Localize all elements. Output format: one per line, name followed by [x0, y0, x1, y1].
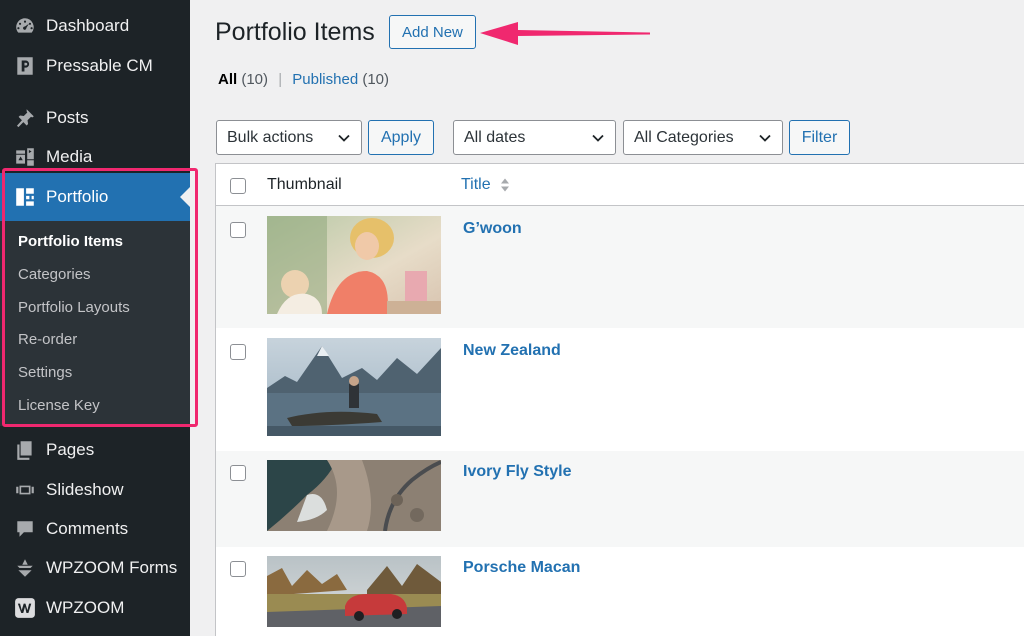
- bulk-actions-value: Bulk actions: [227, 128, 314, 146]
- thumbnail-image[interactable]: [267, 338, 441, 436]
- menu-label: Pages: [46, 440, 95, 459]
- row-checkbox[interactable]: [230, 222, 246, 238]
- menu-label: Pressable CM: [46, 56, 153, 75]
- table-row: New Zealand: [216, 328, 1024, 451]
- thumbnail-image[interactable]: [267, 556, 441, 627]
- portfolio-icon: [14, 186, 36, 208]
- menu-item-wpzoom[interactable]: WPZOOM: [0, 589, 190, 627]
- submenu-portfolio-layouts[interactable]: Portfolio Layouts: [18, 299, 130, 316]
- pages-icon: [14, 439, 36, 461]
- status-filters: All (10) | Published (10): [218, 71, 389, 88]
- current-menu-indicator: [180, 187, 190, 207]
- categories-select[interactable]: All Categories: [623, 120, 783, 155]
- menu-item-portfolio[interactable]: Portfolio: [0, 173, 190, 221]
- item-title-link[interactable]: New Zealand: [463, 342, 561, 360]
- row-checkbox[interactable]: [230, 465, 246, 481]
- table-row: Ivory Fly Style: [216, 451, 1024, 547]
- arrow-annotation-icon: [480, 22, 650, 45]
- item-title-link[interactable]: Porsche Macan: [463, 559, 580, 577]
- filter-separator: |: [278, 71, 283, 88]
- menu-label: Posts: [46, 108, 89, 127]
- menu-label: WPZOOM: [46, 598, 125, 617]
- item-title-link[interactable]: Ivory Fly Style: [463, 463, 572, 481]
- dates-select[interactable]: All dates: [453, 120, 616, 155]
- menu-item-media[interactable]: Media: [0, 138, 190, 176]
- menu-item-pressable-cm[interactable]: Pressable CM: [0, 47, 190, 85]
- table-row: G’woon: [216, 206, 1024, 328]
- thumbnail-image[interactable]: [267, 460, 441, 531]
- portfolio-items-table: Thumbnail Title G’woon New Zealand Ivory…: [215, 163, 1024, 636]
- table-header: Thumbnail Title: [216, 164, 1024, 206]
- bulk-actions-select[interactable]: Bulk actions: [216, 120, 362, 155]
- filter-all-count: (10): [241, 71, 269, 88]
- slideshow-icon: [14, 479, 36, 501]
- menu-label: WPZOOM Forms: [46, 558, 178, 577]
- apply-button[interactable]: Apply: [368, 120, 434, 155]
- filter-all-link[interactable]: All: [218, 71, 237, 88]
- submenu-re-order[interactable]: Re-order: [18, 331, 77, 348]
- submenu-license-key[interactable]: License Key: [18, 397, 100, 414]
- pin-icon: [14, 107, 36, 129]
- chevron-down-icon: [592, 134, 604, 142]
- filter-published-link[interactable]: Published: [292, 71, 358, 88]
- submenu-settings[interactable]: Settings: [18, 364, 72, 381]
- chevron-down-icon: [759, 134, 771, 142]
- categories-value: All Categories: [634, 128, 734, 146]
- menu-item-wpzoom-forms[interactable]: WPZOOM Forms: [0, 549, 190, 587]
- add-new-button[interactable]: Add New: [389, 15, 476, 49]
- menu-item-posts[interactable]: Posts: [0, 99, 190, 137]
- menu-item-pages[interactable]: Pages: [0, 431, 190, 469]
- dates-value: All dates: [464, 128, 526, 146]
- dashboard-icon: [14, 15, 36, 37]
- portfolio-menu-group: Portfolio Portfolio Items Categories Por…: [0, 173, 190, 426]
- row-checkbox[interactable]: [230, 344, 246, 360]
- row-checkbox[interactable]: [230, 561, 246, 577]
- chevron-down-icon: [338, 134, 350, 142]
- menu-label: Media: [46, 147, 93, 166]
- admin-sidebar: Dashboard Pressable CM Posts Media Portf…: [0, 0, 198, 636]
- menu-item-comments[interactable]: Comments: [0, 510, 190, 548]
- page-title: Portfolio Items: [215, 18, 375, 46]
- submenu-portfolio-items[interactable]: Portfolio Items: [18, 233, 123, 250]
- submenu-categories[interactable]: Categories: [18, 266, 91, 283]
- pressable-icon: [14, 55, 36, 77]
- table-row: Porsche Macan: [216, 547, 1024, 636]
- menu-item-dashboard[interactable]: Dashboard: [0, 7, 190, 45]
- menu-label: Comments: [46, 519, 129, 538]
- select-all-checkbox[interactable]: [230, 178, 246, 194]
- menu-label: Slideshow: [46, 480, 124, 499]
- sort-icon[interactable]: [499, 176, 511, 194]
- filter-published-count: (10): [362, 71, 390, 88]
- menu-label: Dashboard: [46, 16, 130, 35]
- column-header-thumbnail: Thumbnail: [267, 176, 342, 193]
- media-icon: [14, 146, 36, 168]
- thumbnail-image[interactable]: [267, 216, 441, 314]
- menu-label: Portfolio: [46, 187, 109, 206]
- item-title-link[interactable]: G’woon: [463, 220, 522, 238]
- filter-button[interactable]: Filter: [789, 120, 850, 155]
- comments-icon: [14, 518, 36, 540]
- forms-icon: [14, 557, 36, 579]
- column-header-title[interactable]: Title: [461, 176, 491, 194]
- menu-item-slideshow[interactable]: Slideshow: [0, 471, 190, 509]
- wpzoom-icon: [14, 597, 36, 619]
